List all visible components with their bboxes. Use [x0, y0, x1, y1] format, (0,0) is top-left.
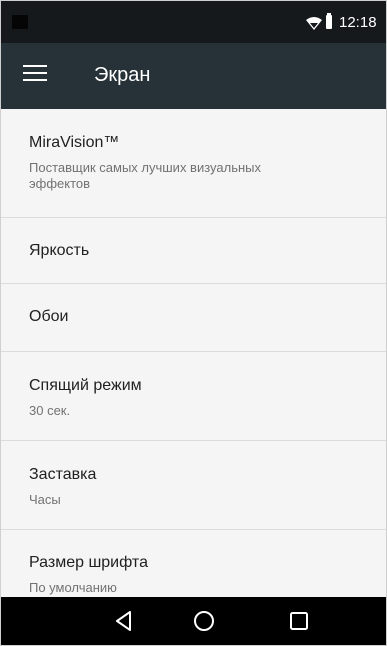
recents-icon[interactable]: [287, 609, 311, 633]
setting-summary: Поставщик самых лучших визуальных: [29, 160, 262, 175]
setting-title: Размер шрифта: [29, 554, 148, 571]
setting-summary: эффектов: [29, 176, 91, 191]
setting-title: Спящий режим: [29, 377, 142, 394]
back-icon[interactable]: [112, 609, 136, 633]
setting-title: Заставка: [29, 466, 97, 483]
setting-wallpaper[interactable]: Обои: [1, 284, 386, 351]
setting-daydream[interactable]: Заставка Часы: [1, 441, 386, 529]
page-title: Экран: [94, 64, 151, 86]
menu-icon[interactable]: [23, 65, 47, 85]
status-time: 12:18: [339, 14, 377, 31]
navigation-bar: [1, 597, 386, 645]
setting-miravision[interactable]: MiraVision™ Поставщик самых лучших визуа…: [1, 109, 386, 217]
notification-icon: [12, 15, 28, 29]
screen: 12:18 Экран MiraVision™ Поставщик самых …: [0, 0, 387, 646]
setting-brightness[interactable]: Яркость: [1, 218, 386, 283]
setting-summary: По умолчанию: [29, 580, 117, 595]
setting-title: Обои: [29, 308, 69, 325]
status-bar: 12:18: [1, 1, 386, 43]
setting-title: MiraVision™: [29, 134, 120, 151]
setting-title: Яркость: [29, 242, 90, 259]
setting-summary: Часы: [29, 492, 61, 507]
setting-font-size[interactable]: Размер шрифта По умолчанию: [1, 530, 386, 597]
settings-list: MiraVision™ Поставщик самых лучших визуа…: [1, 109, 386, 597]
setting-summary: 30 сек.: [29, 403, 71, 418]
battery-icon: [326, 13, 332, 29]
setting-sleep[interactable]: Спящий режим 30 сек.: [1, 352, 386, 440]
home-icon[interactable]: [192, 609, 216, 633]
wifi-icon: [306, 17, 322, 30]
app-bar: Экран: [1, 43, 386, 109]
